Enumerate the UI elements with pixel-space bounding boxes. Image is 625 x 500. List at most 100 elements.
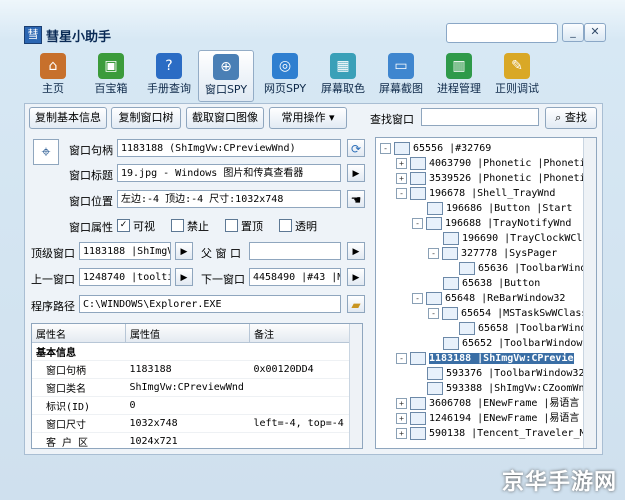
capture-window-button[interactable]: 截取窗口图像: [186, 107, 264, 129]
copy-info-button[interactable]: 复制基本信息: [29, 107, 107, 129]
window-icon: [443, 231, 459, 245]
tree-node[interactable]: +3539526 |Phonetic |Phonetic: [396, 171, 592, 186]
toolbar-item-color-picker[interactable]: ▦ 屏幕取色: [316, 50, 370, 100]
crosshair-target-icon[interactable]: ⌖: [33, 139, 59, 165]
grid-cell-value: 1032x748: [125, 414, 250, 433]
attr-checkbox-2[interactable]: [225, 219, 238, 232]
common-ops-dropdown[interactable]: 常用操作 ▾: [269, 107, 347, 129]
tree-node-label: 65556 |#32769: [413, 143, 492, 154]
tree-node[interactable]: 593388 |ShImgVw:CZoomWnd: [412, 381, 591, 396]
close-button[interactable]: ✕: [584, 23, 606, 42]
next-window-field[interactable]: 4458490 |#43 |MCI: [249, 268, 341, 286]
parent-window-go-button[interactable]: ▶: [347, 242, 365, 260]
attr-checkbox-3[interactable]: [279, 219, 292, 232]
hand-icon[interactable]: ☚: [347, 190, 365, 208]
tree-node[interactable]: 65658 |ToolbarWind: [444, 321, 586, 336]
tree-node-label: 1183188 |ShImgVw:CPrevie: [429, 353, 574, 364]
title-go-button[interactable]: ▶: [347, 164, 365, 182]
tree-node[interactable]: - 65648 |ReBarWindow32: [412, 291, 565, 306]
path-label: 程序路径: [31, 300, 75, 313]
color-picker-icon: ▦: [330, 53, 356, 79]
copy-tree-button[interactable]: 复制窗口树: [111, 107, 181, 129]
tree-node[interactable]: +590138 |Tencent_Traveler_Ma: [396, 426, 592, 441]
expand-icon[interactable]: +: [396, 397, 407, 409]
prev-window-field[interactable]: 1248740 |tooltips: [79, 268, 171, 286]
title-field[interactable]: 19.jpg - Windows 图片和传真查看器: [117, 164, 341, 182]
table-row[interactable]: 窗口句柄 1183188 0x00120DD4: [32, 360, 350, 379]
tree-node[interactable]: - 1183188 |ShImgVw:CPrevie: [396, 351, 574, 366]
collapse-icon[interactable]: -: [396, 352, 407, 364]
collapse-icon[interactable]: -: [412, 217, 423, 229]
table-row[interactable]: 客 户 区 1024x721: [32, 432, 350, 448]
toolbar-item-screenshot[interactable]: ▭ 屏幕截图: [374, 50, 428, 100]
tree-node-label: 196678 |Shell_TrayWnd: [429, 188, 556, 199]
attr-checkbox-0[interactable]: ✓: [117, 219, 130, 232]
tree-node[interactable]: 593376 |ToolbarWindow32: [412, 366, 584, 381]
screenshot-icon: ▭: [388, 53, 414, 79]
tree-node[interactable]: 65636 |ToolbarWind: [444, 261, 586, 276]
toolbar-item-web-spy[interactable]: ◎ 网页SPY: [258, 50, 312, 100]
prev-window-go-button[interactable]: ▶: [175, 268, 193, 286]
tree-node[interactable]: - 65556 |#32769: [380, 141, 491, 156]
grid-scrollbar[interactable]: [349, 324, 362, 448]
grid-cell-note: [249, 396, 350, 415]
collapse-icon[interactable]: -: [396, 187, 407, 199]
handle-field[interactable]: 1183188 (ShImgVw:CPreviewWnd): [117, 139, 341, 157]
tree-node[interactable]: - 196688 |TrayNotifyWnd: [412, 216, 571, 231]
minimize-button[interactable]: _: [562, 23, 584, 42]
collapse-icon[interactable]: -: [380, 142, 391, 154]
tree-node-label: 3539526 |Phonetic |Phonetic: [429, 173, 592, 184]
refresh-icon[interactable]: ⟳: [347, 139, 365, 157]
toolbar-item-treasure-box[interactable]: ▣ 百宝箱: [84, 50, 138, 100]
toolbar-item-home[interactable]: ⌂ 主页: [26, 50, 80, 100]
table-row[interactable]: 标识(ID) 0: [32, 396, 350, 415]
tree-node[interactable]: 196686 |Button |Start: [412, 201, 572, 216]
table-row[interactable]: 窗口类名 ShImgVw:CPreviewWnd: [32, 378, 350, 397]
parent-window-field[interactable]: [249, 242, 341, 260]
expand-icon[interactable]: +: [396, 427, 407, 439]
tree-node-label: 590138 |Tencent_Traveler_Ma: [429, 428, 592, 439]
expand-icon[interactable]: +: [396, 172, 407, 184]
table-row[interactable]: 基本信息: [32, 342, 350, 361]
grid-header-note: 备注: [249, 324, 350, 343]
tree-node[interactable]: +4063790 |Phonetic |Phonetic: [396, 156, 592, 171]
tree-scrollbar[interactable]: [583, 138, 596, 448]
path-field[interactable]: C:\WINDOWS\Explorer.EXE: [79, 295, 341, 313]
tree-node[interactable]: +1246194 |ENewFrame |易语言 -: [396, 411, 591, 426]
tree-node[interactable]: 196690 |TrayClockWCla: [428, 231, 588, 246]
top-window-go-button[interactable]: ▶: [175, 242, 193, 260]
attr-checkbox-1[interactable]: [171, 219, 184, 232]
window-icon: [427, 366, 443, 380]
position-field[interactable]: 左边:-4 顶边:-4 尺寸:1032x748: [117, 190, 341, 208]
find-window-input[interactable]: [421, 108, 539, 126]
expand-icon[interactable]: +: [396, 412, 407, 424]
tree-node[interactable]: 65638 |Button: [428, 276, 540, 291]
toolbar-item-regex[interactable]: ✎ 正则调试: [490, 50, 544, 100]
toolbar-item-manual[interactable]: ? 手册查询: [142, 50, 196, 100]
find-button[interactable]: ⌕ 查找: [545, 107, 597, 129]
title-search-input[interactable]: [446, 23, 558, 43]
tree-node[interactable]: - 65654 |MSTaskSwWClass: [428, 306, 587, 321]
top-window-field[interactable]: 1183188 |ShImgVw:: [79, 242, 171, 260]
next-window-go-button[interactable]: ▶: [347, 268, 365, 286]
tree-node[interactable]: +3606708 |ENewFrame |易语言 -: [396, 396, 591, 411]
collapse-icon[interactable]: -: [412, 292, 423, 304]
expand-icon[interactable]: +: [396, 157, 407, 169]
tree-node-label: 65658 |ToolbarWind: [478, 323, 587, 334]
tree-node[interactable]: - 327778 |SysPager: [428, 246, 557, 261]
window-icon: [442, 246, 458, 260]
tree-node[interactable]: - 196678 |Shell_TrayWnd: [396, 186, 555, 201]
toolbar-item-label: 手册查询: [147, 82, 191, 95]
toolbar-item-window-spy[interactable]: ⊕ 窗口SPY: [198, 50, 254, 102]
folder-icon[interactable]: ▰: [347, 295, 365, 313]
toolbar-item-label: 屏幕截图: [379, 82, 423, 95]
toolbar-item-process[interactable]: ▥ 进程管理: [432, 50, 486, 100]
window-icon: [410, 396, 426, 410]
tree-node[interactable]: 65652 |ToolbarWindow3: [428, 336, 588, 351]
process-icon: ▥: [446, 53, 472, 79]
window-tree[interactable]: - 65556 |#32769 +4063790 |Phonetic |Phonet…: [375, 137, 597, 449]
grid-cell-note: [249, 432, 350, 448]
collapse-icon[interactable]: -: [428, 307, 439, 319]
table-row[interactable]: 窗口尺寸 1032x748 left=-4, top=-4: [32, 414, 350, 433]
collapse-icon[interactable]: -: [428, 247, 439, 259]
